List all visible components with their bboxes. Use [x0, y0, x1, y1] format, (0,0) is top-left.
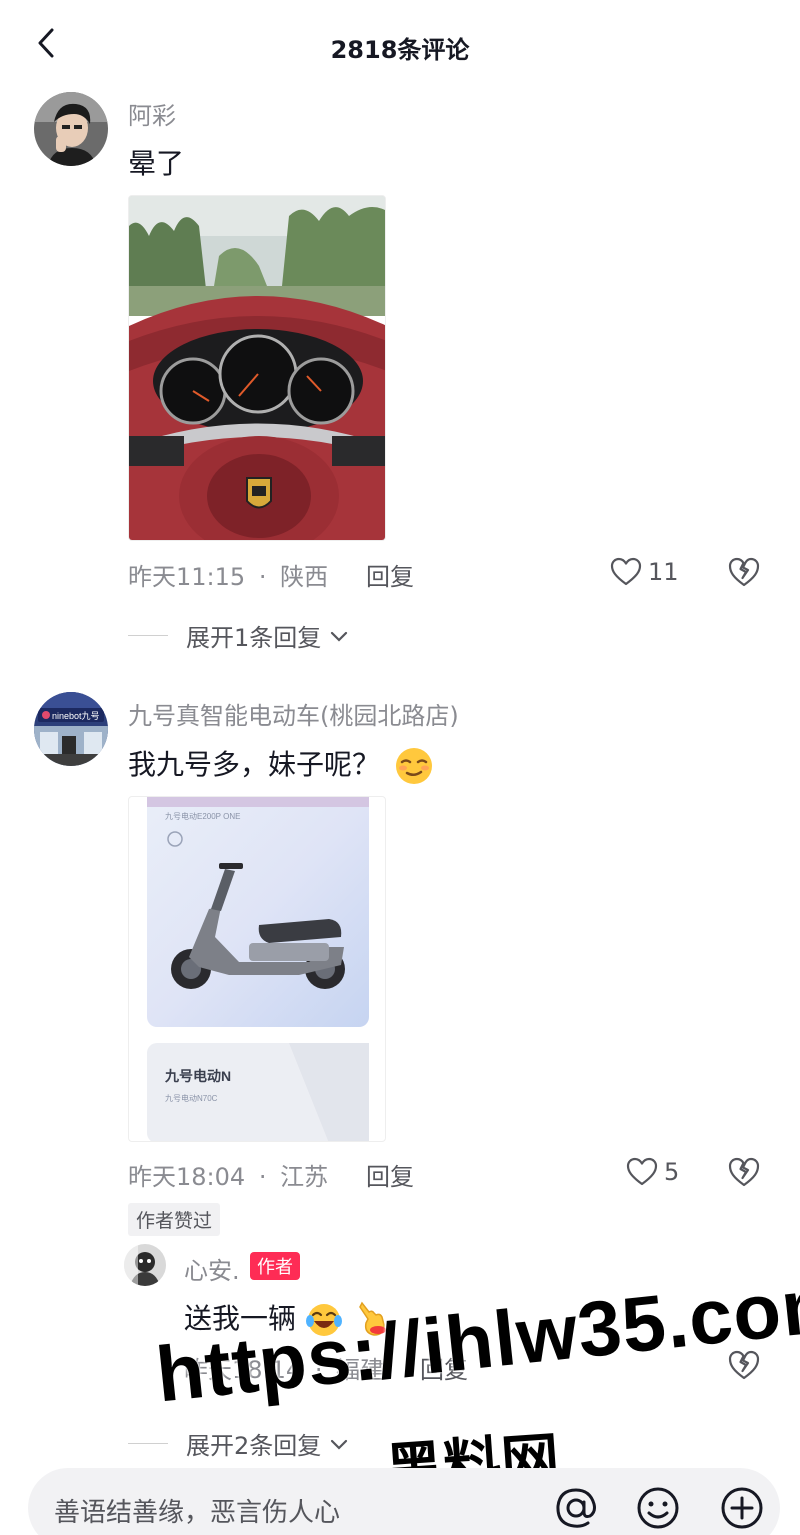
- expand-replies-button[interactable]: 展开2条回复: [128, 1426, 351, 1461]
- broken-heart-icon[interactable]: [727, 1348, 761, 1382]
- avatar[interactable]: [34, 92, 108, 166]
- reply-time: 昨天18:14: [184, 1356, 302, 1384]
- broken-heart-icon[interactable]: [727, 555, 761, 589]
- like-button[interactable]: 5: [626, 1155, 679, 1189]
- smirk-emoji-icon: [395, 748, 432, 784]
- author-liked-tag: 作者赞过: [128, 1203, 221, 1236]
- comment-image-scooter-ad[interactable]: 九号电动E200P ONE 九号电动N 九号电动N70C: [128, 796, 386, 1142]
- comment-input-bar[interactable]: 善语结善缘，恶言伤人心: [28, 1468, 780, 1535]
- comment-meta: 昨天18:04 · 江苏: [128, 1157, 328, 1192]
- heart-icon: [610, 557, 642, 586]
- comment-text: 晕了: [128, 147, 185, 180]
- header: 2818条评论: [0, 0, 800, 90]
- comment-meta: 昨天11:15 · 陕西: [128, 557, 328, 592]
- comment-input-placeholder[interactable]: 善语结善缘，恶言伤人心: [54, 1492, 340, 1529]
- ad-model-small-text: 九号电动E200P ONE: [165, 811, 240, 821]
- reply-button[interactable]: 回复: [366, 1157, 414, 1192]
- expand-replies-label: 展开1条回复: [186, 624, 322, 652]
- comment-image-car-steering-wheel[interactable]: [128, 195, 386, 541]
- pointing-hand-emoji-icon: [358, 1301, 386, 1336]
- reply-location: 福建: [336, 1356, 385, 1384]
- divider-line: [128, 1443, 168, 1444]
- meta-separator: ·: [258, 563, 267, 591]
- reply-button[interactable]: 回复: [366, 557, 414, 592]
- comment-username[interactable]: 九号真智能电动车(桃园北路店): [128, 696, 459, 731]
- comment-time: 昨天18:04: [128, 1163, 246, 1191]
- page-title: 2818条评论: [330, 36, 470, 64]
- mention-at-icon[interactable]: [550, 1482, 602, 1534]
- laughing-tears-emoji-icon: [305, 1304, 342, 1336]
- chevron-down-icon: [331, 631, 348, 642]
- avatar[interactable]: ninebot九号: [34, 692, 108, 766]
- reply-button[interactable]: 回复: [420, 1350, 468, 1385]
- comment-username[interactable]: 阿彩: [128, 96, 176, 131]
- broken-heart-icon[interactable]: [727, 1155, 761, 1189]
- meta-separator: ·: [314, 1356, 323, 1384]
- meta-separator: ·: [258, 1163, 267, 1191]
- like-count: 5: [664, 1158, 680, 1186]
- avatar-shop-sign-text: ninebot九号: [52, 711, 100, 721]
- comment-time: 昨天11:15: [128, 563, 246, 591]
- ad-model-sub-text: 九号电动N70C: [165, 1093, 218, 1103]
- like-count: 11: [648, 558, 679, 586]
- like-button[interactable]: 11: [610, 555, 679, 589]
- emoji-face-icon[interactable]: [632, 1482, 684, 1534]
- expand-replies-button[interactable]: 展开1条回复: [128, 618, 351, 653]
- comment-text: 我九号多，妹子呢？: [128, 743, 435, 786]
- divider-line: [128, 635, 168, 636]
- reply-username[interactable]: 心安.: [184, 1251, 240, 1286]
- add-plus-icon[interactable]: [716, 1482, 768, 1534]
- comment-location: 陕西: [280, 563, 329, 591]
- author-badge: 作者: [250, 1252, 300, 1280]
- reply-meta: 昨天18:14 · 福建: [184, 1350, 384, 1385]
- chevron-down-icon: [331, 1439, 348, 1450]
- comment-location: 江苏: [280, 1163, 329, 1191]
- heart-icon: [626, 1157, 658, 1186]
- ad-model-name-text: 九号电动N: [164, 1068, 231, 1084]
- avatar[interactable]: [124, 1244, 166, 1286]
- reply-text: 送我一辆: [184, 1297, 390, 1339]
- expand-replies-label: 展开2条回复: [186, 1432, 322, 1460]
